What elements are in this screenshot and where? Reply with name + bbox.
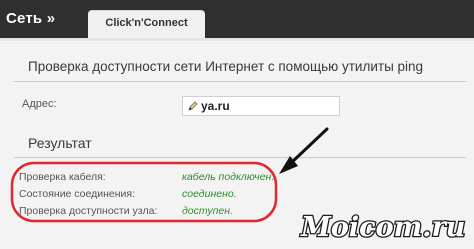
- host-availability-value: доступен.: [182, 205, 233, 217]
- connection-status-value: соединено.: [182, 188, 237, 200]
- host-availability-label: Проверка доступности узла:: [19, 205, 158, 217]
- result-heading: Результат: [28, 135, 92, 151]
- breadcrumb-network[interactable]: Сеть »: [6, 10, 55, 27]
- svg-text:Moicom.ru: Moicom.ru: [300, 212, 465, 243]
- connection-status-label: Состояние соединения:: [19, 188, 136, 200]
- title-divider: [14, 81, 466, 82]
- page-title: Проверка доступности сети Интернет с пом…: [28, 59, 424, 74]
- result-divider: [14, 157, 466, 158]
- top-bar: [0, 0, 474, 38]
- tab-clickn-connect[interactable]: Click'n'Connect: [88, 10, 205, 39]
- cable-check-value: кабель подключен.: [182, 171, 275, 183]
- pencil-icon: [188, 101, 198, 111]
- address-label: Адрес:: [22, 98, 57, 110]
- moicom-watermark: Moicom.ru: [299, 211, 467, 245]
- cable-check-label: Проверка кабеля:: [19, 171, 106, 183]
- address-value: ya.ru: [201, 99, 230, 113]
- address-field[interactable]: ya.ru: [182, 96, 340, 116]
- tab-label: Click'n'Connect: [105, 17, 188, 29]
